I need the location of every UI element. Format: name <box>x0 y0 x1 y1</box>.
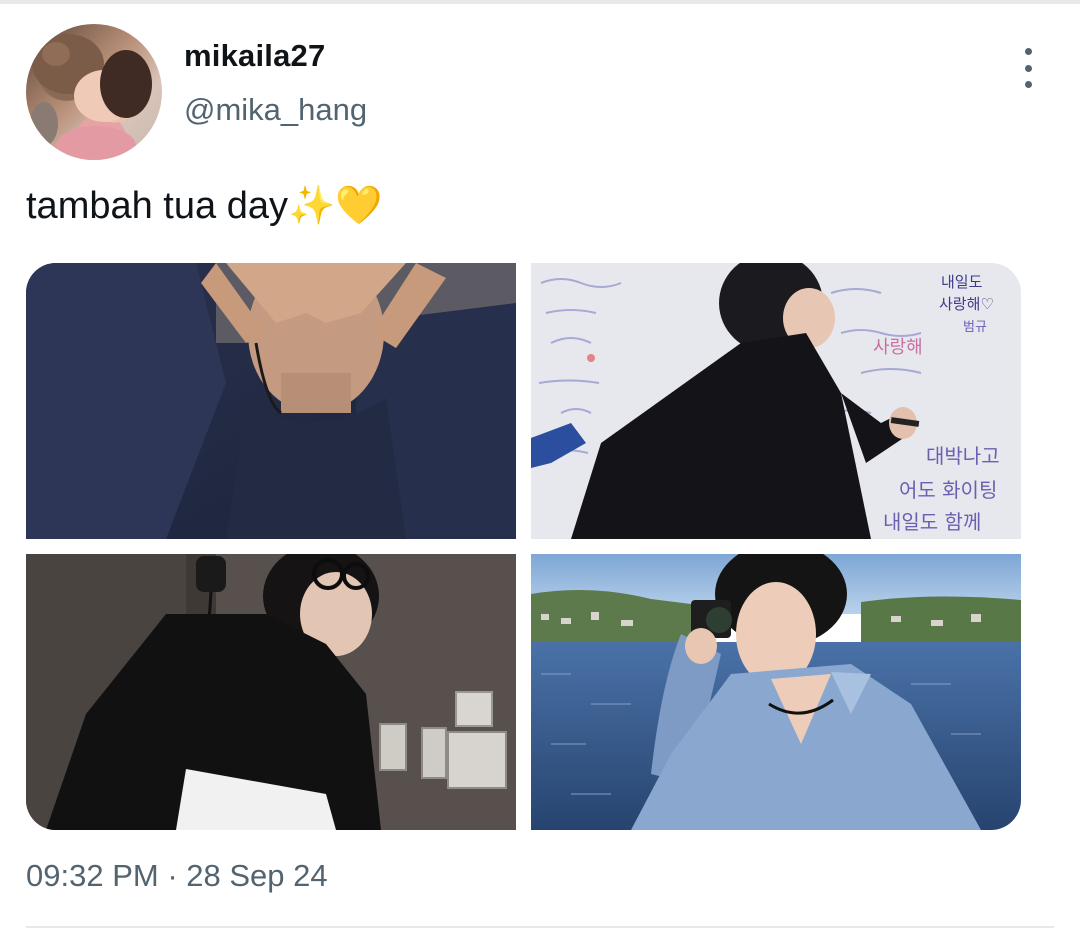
media-grid: 내일도 사랑해♡ 범규 사랑해 대박나고 어도 화이팅 내일도 함께 <box>26 263 1021 830</box>
tweet-text: tambah tua day✨💛 <box>26 185 383 227</box>
wall-writing: 사랑해♡ <box>939 295 994 313</box>
media-photo-1[interactable] <box>26 263 516 539</box>
tweet-date: 28 Sep 24 <box>186 858 328 893</box>
media-photo-2[interactable]: 내일도 사랑해♡ 범규 사랑해 대박나고 어도 화이팅 내일도 함께 <box>531 263 1021 539</box>
display-name[interactable]: mikaila27 <box>184 38 325 74</box>
avatar-photo <box>30 34 152 160</box>
timestamp-separator: · <box>167 858 178 893</box>
wall-writing: 어도 화이팅 <box>899 478 997 502</box>
wall-writing: 사랑해 <box>873 337 923 358</box>
wall-writing: 대박나고 <box>926 444 1000 468</box>
top-divider <box>0 0 1080 4</box>
media-photo-4[interactable] <box>531 554 1021 830</box>
tweet-timestamp[interactable]: 09:32 PM · 28 Sep 24 <box>26 858 328 894</box>
wall-writing: 범규 <box>963 320 987 335</box>
user-handle[interactable]: @mika_hang <box>184 92 367 128</box>
tweet-header: mikaila27 @mika_hang <box>26 24 1056 160</box>
avatar[interactable] <box>26 24 162 160</box>
wall-writing: 내일도 <box>941 273 983 291</box>
tweet-time: 09:32 PM <box>26 858 159 893</box>
wall-writing: 내일도 함께 <box>883 510 981 534</box>
bottom-divider <box>26 926 1054 928</box>
more-vertical-icon[interactable] <box>1014 48 1042 88</box>
media-photo-3[interactable] <box>26 554 516 830</box>
